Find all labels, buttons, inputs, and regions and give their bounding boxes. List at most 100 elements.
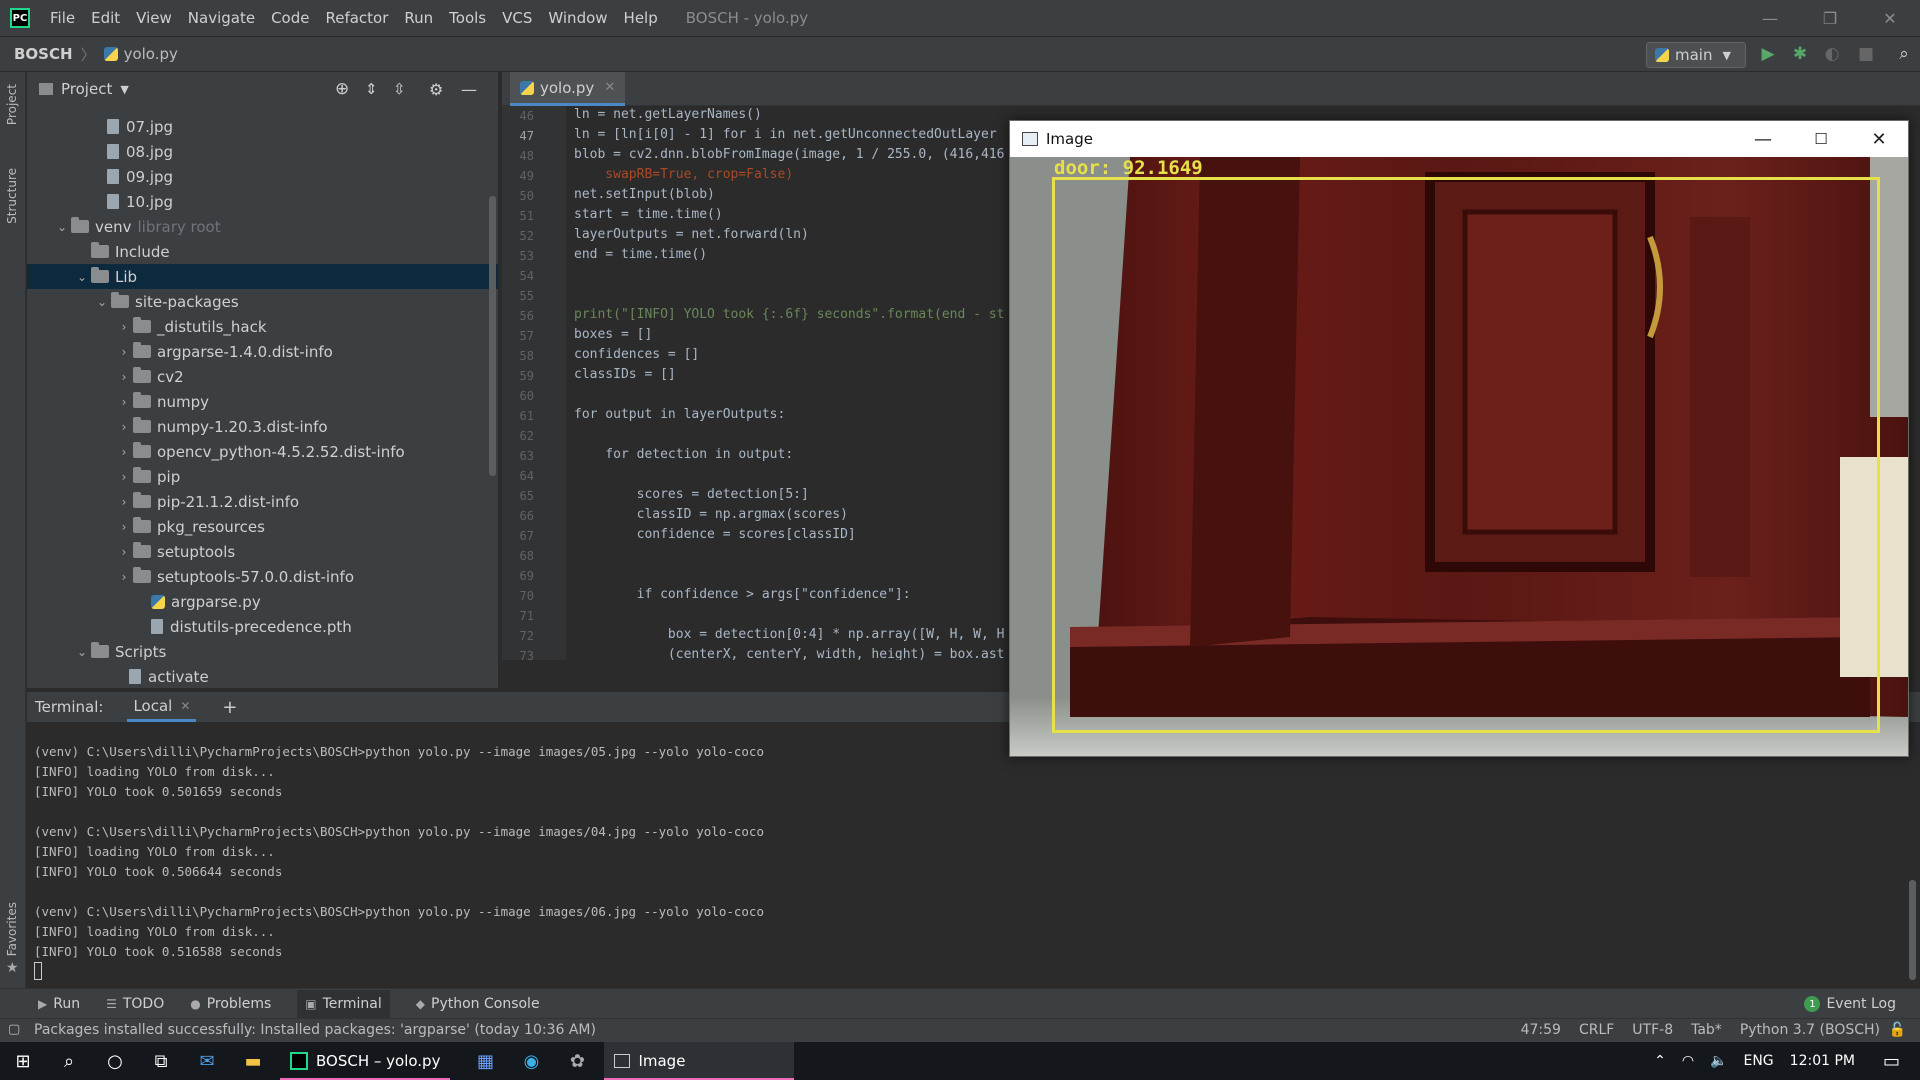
tree-item[interactable]: › pip-21.1.2.dist-info bbox=[27, 489, 498, 514]
terminal-tab-local[interactable]: Local ✕ bbox=[127, 692, 197, 722]
tree-item[interactable]: 08.jpg bbox=[27, 139, 498, 164]
code-editor[interactable]: ln = net.getLayerNames() ln = [ln[i[0] -… bbox=[566, 106, 1008, 660]
tree-item-venv[interactable]: ⌄ venv library root bbox=[27, 214, 498, 239]
chevron-right-icon[interactable]: › bbox=[115, 370, 133, 384]
notifications-icon[interactable]: ▭ bbox=[1883, 1051, 1900, 1072]
breadcrumb-project[interactable]: BOSCH bbox=[14, 45, 73, 63]
menu-window[interactable]: Window bbox=[540, 9, 615, 27]
tree-item[interactable]: › setuptools-57.0.0.dist-info bbox=[27, 564, 498, 589]
structure-tool-tab[interactable]: Structure bbox=[5, 168, 19, 224]
search-icon[interactable]: ⌕ bbox=[1894, 44, 1914, 64]
terminal-tool-button[interactable]: ▣ Terminal bbox=[297, 989, 390, 1018]
chevron-right-icon[interactable]: › bbox=[115, 445, 133, 459]
tree-item[interactable]: 07.jpg bbox=[27, 114, 498, 139]
tree-item[interactable]: Include bbox=[27, 239, 498, 264]
python-app-icon[interactable]: ✿ bbox=[554, 1042, 600, 1080]
collapse-all-icon[interactable]: ⇳ bbox=[393, 80, 406, 98]
stop-icon[interactable]: ■ bbox=[1856, 44, 1876, 64]
locate-icon[interactable]: ⊕ bbox=[335, 79, 349, 99]
new-terminal-icon[interactable]: + bbox=[222, 697, 237, 718]
tree-item[interactable]: › cv2 bbox=[27, 364, 498, 389]
chevron-right-icon[interactable]: › bbox=[115, 495, 133, 509]
close-button[interactable]: ✕ bbox=[1860, 0, 1920, 36]
tree-item[interactable]: argparse.py bbox=[27, 589, 498, 614]
close-tab-icon[interactable]: ✕ bbox=[604, 80, 615, 95]
image-window-titlebar[interactable]: Image — ☐ ✕ bbox=[1010, 121, 1908, 157]
mail-icon[interactable]: ✉ bbox=[184, 1042, 230, 1080]
expand-all-icon[interactable]: ⇕ bbox=[365, 80, 378, 98]
volume-icon[interactable]: 🔈 bbox=[1710, 1053, 1727, 1069]
chevron-down-icon[interactable]: ⌄ bbox=[73, 270, 91, 284]
clock[interactable]: 12:01 PM bbox=[1790, 1053, 1855, 1069]
run-tool-button[interactable]: ▶ Run bbox=[38, 996, 80, 1012]
menu-edit[interactable]: Edit bbox=[83, 9, 128, 27]
task-view-icon[interactable]: ⧉ bbox=[138, 1042, 184, 1080]
windows-start-icon[interactable]: ⊞ bbox=[0, 1042, 46, 1080]
chevron-down-icon[interactable]: ⌄ bbox=[73, 645, 91, 659]
menu-view[interactable]: View bbox=[128, 9, 180, 27]
image-close-button[interactable]: ✕ bbox=[1850, 121, 1908, 157]
menu-file[interactable]: File bbox=[42, 9, 83, 27]
search-icon[interactable]: ⌕ bbox=[46, 1042, 92, 1080]
tree-item[interactable]: › _distutils_hack bbox=[27, 314, 498, 339]
todo-tool-button[interactable]: ☰ TODO bbox=[106, 996, 164, 1012]
image-window[interactable]: Image — ☐ ✕ door: 92.1649 bbox=[1009, 120, 1909, 757]
run-configuration-select[interactable]: main ▼ bbox=[1646, 42, 1746, 68]
tree-item[interactable]: › opencv_python-4.5.2.52.dist-info bbox=[27, 439, 498, 464]
restore-button[interactable]: ❐ bbox=[1800, 0, 1860, 36]
terminal-output[interactable]: (venv) C:\Users\dilli\PycharmProjects\BO… bbox=[27, 722, 1920, 988]
python-console-tool-button[interactable]: ◆ Python Console bbox=[416, 996, 540, 1012]
chevron-right-icon[interactable]: › bbox=[115, 345, 133, 359]
tree-item[interactable]: › pip bbox=[27, 464, 498, 489]
favorites-tool-tab[interactable]: Favorites bbox=[5, 902, 19, 956]
tree-item[interactable]: › numpy bbox=[27, 389, 498, 414]
menu-code[interactable]: Code bbox=[263, 9, 317, 27]
tree-item[interactable]: ⌄ site-packages bbox=[27, 289, 498, 314]
chevron-down-icon[interactable]: ⌄ bbox=[53, 220, 71, 234]
indent-setting[interactable]: Tab* bbox=[1691, 1022, 1722, 1038]
chevron-right-icon[interactable]: › bbox=[115, 520, 133, 534]
project-tool-tab[interactable]: Project bbox=[5, 84, 19, 125]
hide-icon[interactable]: — bbox=[461, 80, 477, 99]
chevron-right-icon[interactable]: › bbox=[115, 570, 133, 584]
tree-item-selected[interactable]: ⌄ Lib bbox=[27, 264, 498, 289]
line-separator[interactable]: CRLF bbox=[1579, 1022, 1614, 1038]
terminal-scrollbar[interactable] bbox=[1909, 880, 1916, 980]
chevron-up-icon[interactable]: ⌃ bbox=[1654, 1053, 1666, 1069]
chevron-right-icon[interactable]: › bbox=[115, 545, 133, 559]
tree-item[interactable]: 09.jpg bbox=[27, 164, 498, 189]
chevron-right-icon[interactable]: › bbox=[115, 420, 133, 434]
taskbar-app-pycharm[interactable]: BOSCH – yolo.py bbox=[280, 1042, 451, 1080]
wifi-icon[interactable]: ◠ bbox=[1682, 1053, 1694, 1069]
file-encoding[interactable]: UTF-8 bbox=[1632, 1022, 1673, 1038]
menu-refactor[interactable]: Refactor bbox=[317, 9, 396, 27]
project-view-select[interactable]: Project bbox=[61, 80, 112, 98]
tree-item[interactable]: › argparse-1.4.0.dist-info bbox=[27, 339, 498, 364]
problems-tool-button[interactable]: ● Problems bbox=[190, 996, 271, 1012]
run-icon[interactable]: ▶ bbox=[1758, 44, 1778, 64]
status-window-icon[interactable]: ▢ bbox=[8, 1022, 20, 1037]
event-log-button[interactable]: 1 Event Log bbox=[1804, 989, 1896, 1019]
lock-icon[interactable]: 🔓 bbox=[1889, 1022, 1906, 1038]
language-indicator[interactable]: ENG bbox=[1743, 1053, 1773, 1069]
calendar-app-icon[interactable]: ▦ bbox=[462, 1042, 508, 1080]
breadcrumb-file[interactable]: yolo.py bbox=[124, 45, 178, 63]
gear-icon[interactable]: ⚙ bbox=[429, 80, 443, 99]
python-interpreter[interactable]: Python 3.7 (BOSCH) bbox=[1740, 1022, 1880, 1038]
tree-item[interactable]: › setuptools bbox=[27, 539, 498, 564]
status-message[interactable]: Packages installed successfully: Install… bbox=[34, 1022, 596, 1038]
caret-position[interactable]: 47:59 bbox=[1521, 1022, 1561, 1038]
tree-item[interactable]: 10.jpg bbox=[27, 189, 498, 214]
close-tab-icon[interactable]: ✕ bbox=[180, 699, 190, 713]
debug-icon[interactable]: ✱ bbox=[1790, 44, 1810, 64]
menu-run[interactable]: Run bbox=[396, 9, 441, 27]
coverage-icon[interactable]: ◐ bbox=[1822, 44, 1842, 64]
taskbar-app-image[interactable]: Image bbox=[604, 1042, 795, 1080]
edge-icon[interactable]: ◉ bbox=[508, 1042, 554, 1080]
menu-vcs[interactable]: VCS bbox=[494, 9, 540, 27]
chevron-right-icon[interactable]: › bbox=[115, 395, 133, 409]
cortana-icon[interactable]: ○ bbox=[92, 1042, 138, 1080]
image-maximize-button[interactable]: ☐ bbox=[1792, 121, 1850, 157]
chevron-down-icon[interactable]: ▼ bbox=[120, 83, 128, 96]
tree-scrollbar[interactable] bbox=[489, 196, 496, 476]
